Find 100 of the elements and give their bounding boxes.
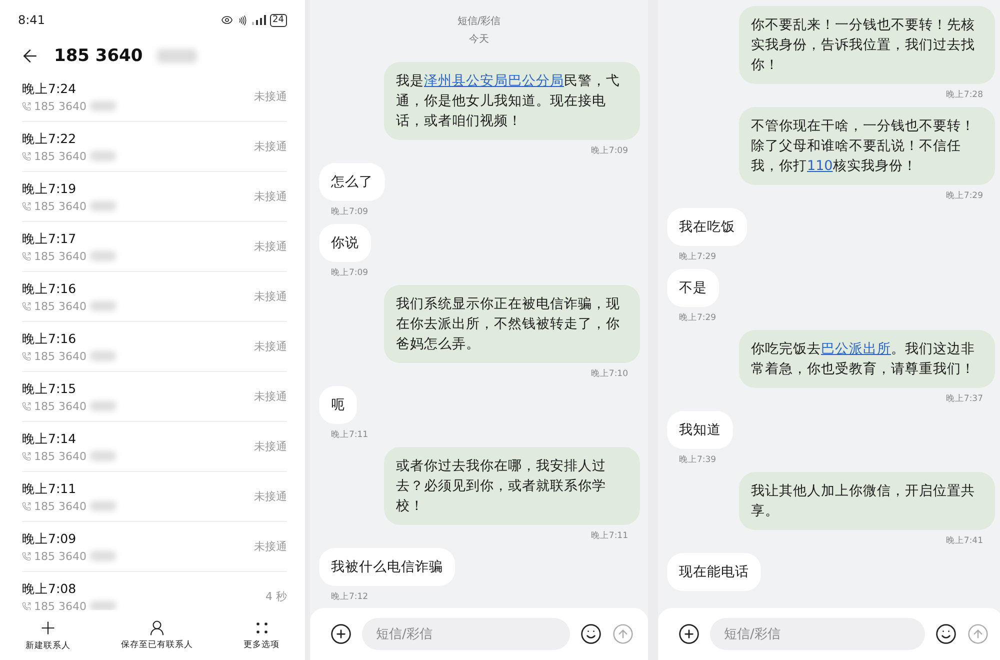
- call-result: 未接通: [254, 189, 287, 204]
- call-time: 晚上7:09: [22, 530, 78, 548]
- phone-number-title: 185 3640: [54, 46, 143, 66]
- redaction-blur: [90, 551, 116, 561]
- call-time: 晚上7:17: [22, 230, 78, 248]
- message-time: 晚上7:09: [330, 206, 370, 218]
- redaction-blur: [90, 201, 116, 211]
- message-time: 晚上7:29: [944, 190, 984, 202]
- call-time: 晚上7:14: [22, 430, 78, 448]
- message-field[interactable]: 短信/彩信: [362, 618, 570, 650]
- message-time: 晚上7:11: [330, 429, 370, 441]
- redaction-blur: [90, 251, 116, 261]
- message-bubble: 你吃完饭去巴公派出所。我们这边非常着急，你也受教育，请尊重我们！: [739, 330, 995, 388]
- message-time: 晚上7:39: [678, 454, 718, 466]
- toolbar-button[interactable]: 更多选项: [244, 619, 280, 651]
- message-bubble: 我在吃饭: [667, 208, 747, 246]
- call-time: 晚上7:15: [22, 380, 78, 398]
- message-time: 晚上7:28: [944, 89, 984, 101]
- redaction-blur: [90, 601, 116, 610]
- message-bubble: 我是泽州县公安局巴公分局民警，弋通，你是他女儿我知道。现在接电话，或者咱们视频！: [384, 62, 640, 140]
- phone-icon: [22, 252, 31, 260]
- signal-icon: [252, 15, 266, 25]
- message-time: 晚上7:37: [944, 393, 984, 405]
- call-time: 晚上7:22: [22, 130, 78, 148]
- redaction-blur: [156, 49, 197, 63]
- nfc-icon: [236, 14, 248, 26]
- call-result: 未接通: [254, 439, 287, 454]
- message-link[interactable]: 泽州县公安局巴公分局: [424, 73, 564, 89]
- redaction-blur: [90, 401, 116, 411]
- phone-icon: [22, 602, 31, 610]
- call-result: 4 秒: [266, 589, 287, 604]
- message-time: 晚上7:29: [678, 312, 718, 324]
- message-time: 晚上7:12: [330, 591, 370, 603]
- message-time: 晚上7:29: [678, 251, 718, 263]
- channel-label: 短信/彩信: [457, 15, 501, 28]
- call-result: 未接通: [254, 339, 287, 354]
- call-number: 185 3640: [34, 600, 86, 610]
- add-icon[interactable]: [330, 623, 352, 645]
- call-result: 未接通: [254, 489, 287, 504]
- redaction-blur: [90, 501, 116, 511]
- call-result: 未接通: [254, 239, 287, 254]
- redaction-blur: [90, 451, 116, 461]
- message-bubble: 我被什么电信诈骗: [319, 548, 455, 586]
- phone-icon: [22, 502, 31, 510]
- phone-icon: [22, 352, 31, 360]
- message-bubble: 我让其他人加上你微信，开启位置共享。: [739, 472, 995, 530]
- call-time: 晚上7:16: [22, 280, 78, 298]
- redaction-blur: [90, 301, 116, 311]
- message-link[interactable]: 巴公派出所: [821, 341, 891, 357]
- message-bubble: 我知道: [667, 411, 733, 449]
- message-time: 晚上7:11: [590, 530, 629, 542]
- message-bubble: 你不要乱来！一分钱也不要转！先核实我身份，告诉我位置，我们过去找你！: [739, 6, 995, 84]
- add-icon[interactable]: [678, 623, 700, 645]
- call-result: 未接通: [254, 139, 287, 154]
- redaction-blur: [90, 101, 116, 111]
- message-link[interactable]: 110: [807, 158, 833, 174]
- call-number: 185 3640: [34, 200, 86, 212]
- eye-icon: [220, 14, 233, 26]
- call-result: 未接通: [254, 389, 287, 404]
- message-time: 晚上7:41: [944, 535, 984, 547]
- call-result: 未接通: [254, 89, 287, 104]
- message-field[interactable]: 短信/彩信: [710, 618, 925, 650]
- call-number: 185 3640: [34, 550, 86, 562]
- phone-icon: [22, 202, 31, 210]
- message-bubble: 不管你现在干啥，一分钱也不要转！除了父母和谁啥不要乱说！不信任我，你打110核实我身份！: [739, 107, 995, 185]
- toolbar-button[interactable]: 保存至已有联系人: [120, 619, 193, 651]
- call-number: 185 3640: [34, 350, 86, 362]
- phone-icon: [22, 152, 31, 160]
- emoji-icon[interactable]: [935, 623, 957, 645]
- date-label: 今天: [469, 33, 489, 46]
- call-time: 晚上7:16: [22, 330, 78, 348]
- call-time: 晚上7:24: [22, 80, 78, 98]
- call-result: 未接通: [254, 289, 287, 304]
- redaction-blur: [90, 151, 116, 161]
- call-number: 185 3640: [34, 500, 86, 512]
- call-time: 晚上7:19: [22, 180, 78, 198]
- phone-icon: [22, 402, 31, 410]
- phone-icon: [22, 552, 31, 560]
- call-result: 未接通: [254, 539, 287, 554]
- phone-icon: [22, 102, 31, 110]
- person-icon: [148, 619, 166, 637]
- toolbar-button[interactable]: 新建联系人: [25, 618, 70, 652]
- message-bubble: 或者你过去我你在哪，我安排人过去？必须见到你，或者就联系你学校！: [384, 447, 640, 525]
- phone-icon: [22, 452, 31, 460]
- message-time: 晚上7:09: [590, 145, 629, 157]
- call-number: 185 3640: [34, 100, 86, 112]
- redaction-blur: [90, 351, 116, 361]
- call-number: 185 3640: [34, 300, 86, 312]
- message-bubble: 你说: [319, 224, 371, 262]
- message-bubble: 我们系统显示你正在被电信诈骗，现在你去派出所，不然钱被转走了，你爸妈怎么弄。: [384, 285, 640, 363]
- message-bubble: 怎么了: [319, 163, 385, 201]
- battery-level: 24: [270, 14, 287, 26]
- message-bubble: 现在能电话: [667, 553, 761, 591]
- emoji-icon[interactable]: [580, 623, 602, 645]
- call-number: 185 3640: [34, 450, 86, 462]
- message-time: 晚上7:09: [330, 267, 370, 279]
- status-time: 8:41: [18, 13, 45, 27]
- message-bubble: 不是: [667, 269, 719, 307]
- message-time: 晚上7:10: [590, 368, 629, 380]
- call-time: 晚上7:08: [22, 580, 78, 598]
